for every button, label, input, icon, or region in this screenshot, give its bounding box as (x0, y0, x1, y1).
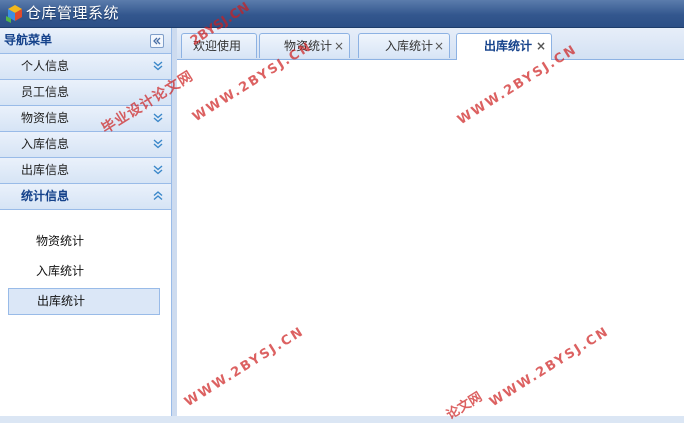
close-icon[interactable]: × (536, 34, 546, 58)
statistics-submenu: 物资统计 入库统计 出库统计 (0, 210, 171, 315)
close-icon[interactable]: × (334, 34, 344, 58)
nav-item-personal-info[interactable]: 个人信息 (0, 54, 171, 80)
nav-item-label: 出库信息 (21, 163, 70, 177)
submenu-inbound-stats[interactable]: 入库统计 (8, 258, 160, 285)
nav-item-inbound-info[interactable]: 入库信息 (0, 132, 171, 158)
nav-item-label: 入库信息 (21, 137, 70, 151)
app-title: 仓库管理系统 (26, 4, 120, 22)
submenu-outbound-stats[interactable]: 出库统计 (8, 288, 160, 315)
submenu-material-stats[interactable]: 物资统计 (8, 228, 160, 255)
nav-item-label: 物资信息 (21, 111, 70, 125)
tab-inbound-stats[interactable]: 入库统计 × (358, 33, 450, 58)
nav-item-material-info[interactable]: 物资信息 (0, 106, 171, 132)
tab-strip: 欢迎使用 物资统计 × 入库统计 × 出库统计 × (177, 28, 684, 60)
tab-material-stats[interactable]: 物资统计 × (259, 33, 350, 58)
nav-header: 导航菜单 (0, 28, 171, 54)
tab-panel: 欢迎使用 物资统计 × 入库统计 × 出库统计 × (177, 28, 684, 416)
nav-item-label: 统计信息 (21, 189, 70, 203)
close-icon[interactable]: × (434, 34, 444, 58)
nav-item-label: 员工信息 (21, 85, 70, 99)
double-chevron-up-icon (153, 191, 163, 201)
nav-item-label: 个人信息 (21, 59, 70, 73)
nav-header-title: 导航菜单 (4, 33, 53, 47)
tab-label: 欢迎使用 (193, 39, 242, 53)
double-chevron-down-icon (153, 61, 163, 71)
nav-panel: 导航菜单 个人信息 员工信息 物资信息 入库信息 出库信息 统计信息 物资统计 … (0, 28, 172, 416)
nav-item-employee-info[interactable]: 员工信息 (0, 80, 171, 106)
nav-item-outbound-info[interactable]: 出库信息 (0, 158, 171, 184)
title-bar: 仓库管理系统 (0, 0, 684, 28)
nav-item-statistics[interactable]: 统计信息 (0, 184, 171, 210)
tab-label: 物资统计 (284, 39, 333, 53)
tab-content-area (177, 60, 684, 416)
double-chevron-down-icon (153, 139, 163, 149)
tab-label: 入库统计 (385, 39, 434, 53)
tab-outbound-stats[interactable]: 出库统计 × (456, 33, 552, 60)
double-chevron-left-icon (153, 37, 161, 45)
double-chevron-down-icon (153, 165, 163, 175)
cubes-logo-icon (6, 5, 22, 23)
double-chevron-down-icon (153, 113, 163, 123)
tab-label: 出库统计 (484, 39, 533, 53)
tab-welcome[interactable]: 欢迎使用 (181, 33, 257, 58)
collapse-nav-button[interactable] (150, 34, 164, 48)
